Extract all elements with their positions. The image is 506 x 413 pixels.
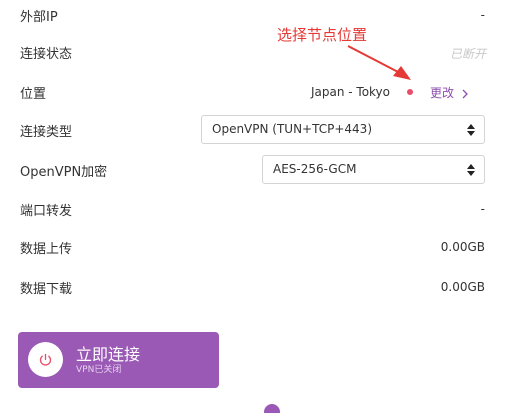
location-value: Japan - Tokyo	[310, 85, 390, 99]
power-button-circle	[28, 342, 63, 377]
chevron-right-icon	[462, 89, 468, 98]
data-download-label: 数据下载	[20, 282, 73, 297]
data-upload-label: 数据上传	[20, 242, 73, 257]
port-forwarding-value: -	[480, 202, 485, 216]
data-download-value: 0.00GB	[440, 280, 485, 294]
connection-status-label: 连接状态	[20, 47, 73, 62]
power-icon	[39, 353, 52, 366]
connection-type-selected: OpenVPN (TUN+TCP+443)	[212, 122, 372, 136]
sort-arrows-icon	[467, 124, 475, 136]
page-indicator-dot	[264, 404, 280, 413]
annotation-text: 选择节点位置	[277, 26, 368, 44]
connect-button-subtitle: VPN已关闭	[76, 365, 122, 375]
connection-type-label: 连接类型	[20, 125, 73, 140]
status-dot-icon	[407, 89, 413, 95]
openvpn-encryption-selected: AES-256-GCM	[273, 162, 357, 176]
openvpn-encryption-select[interactable]: AES-256-GCM	[262, 155, 485, 184]
connection-type-select[interactable]: OpenVPN (TUN+TCP+443)	[201, 115, 485, 144]
location-label: 位置	[20, 87, 47, 102]
change-location-label: 更改	[430, 86, 455, 100]
openvpn-encryption-label: OpenVPN加密	[20, 165, 108, 180]
port-forwarding-label: 端口转发	[20, 204, 73, 219]
external-ip-label: 外部IP	[20, 10, 58, 25]
connect-now-button[interactable]: 立即连接 VPN已关闭	[18, 332, 219, 388]
external-ip-value: -	[480, 8, 485, 22]
sort-arrows-icon	[467, 164, 475, 176]
data-upload-value: 0.00GB	[440, 240, 485, 254]
change-location-link[interactable]: 更改	[430, 84, 469, 101]
connection-status-value: 已断开	[449, 47, 486, 61]
